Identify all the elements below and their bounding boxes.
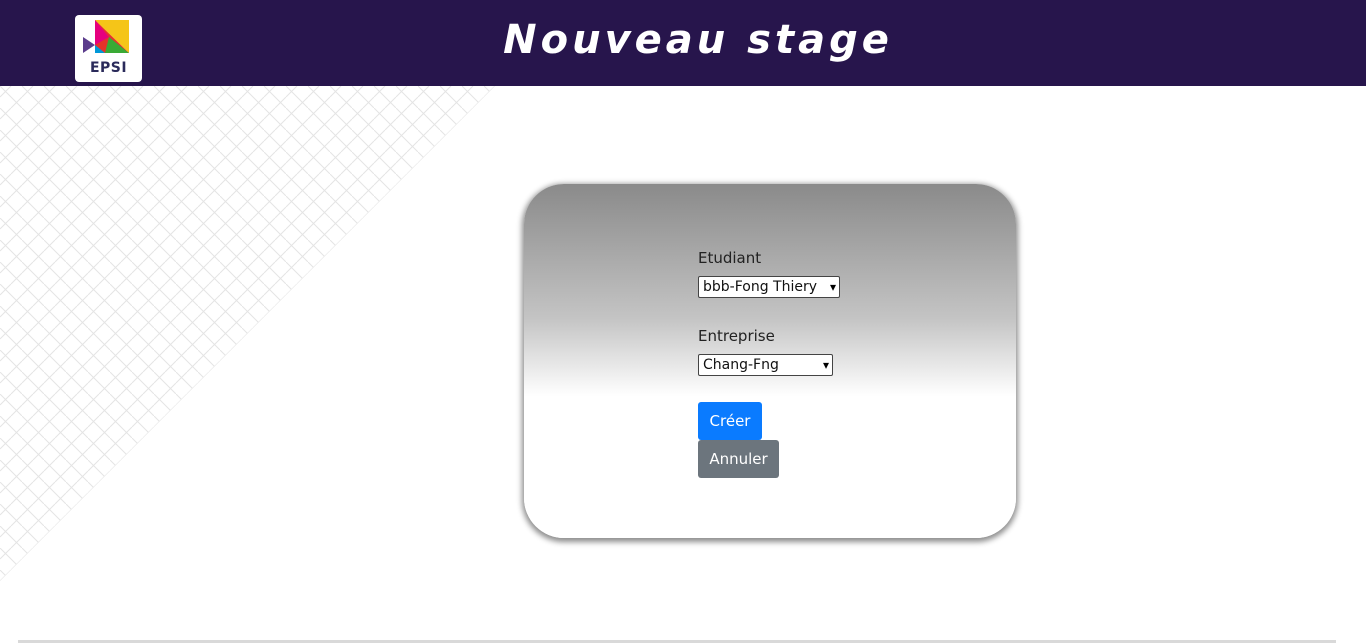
etudiant-select-value: bbb-Fong Thiery — [703, 279, 818, 295]
form-card: Etudiant bbb-Fong Thiery ▾ Entreprise Ch… — [524, 184, 1016, 538]
etudiant-select[interactable]: bbb-Fong Thiery ▾ — [698, 276, 840, 298]
top-header: EPSI Nouveau stage — [0, 0, 1366, 86]
create-button[interactable]: Créer — [698, 402, 762, 440]
cancel-button[interactable]: Annuler — [698, 440, 779, 478]
entreprise-label: Entreprise — [698, 327, 775, 345]
entreprise-select[interactable]: Chang-Fng ▾ — [698, 354, 833, 376]
entreprise-select-value: Chang-Fng — [703, 357, 779, 373]
chevron-down-icon: ▾ — [822, 358, 829, 372]
page-title: Nouveau stage — [503, 17, 893, 63]
chevron-down-icon: ▾ — [829, 280, 836, 294]
etudiant-label: Etudiant — [698, 249, 762, 267]
